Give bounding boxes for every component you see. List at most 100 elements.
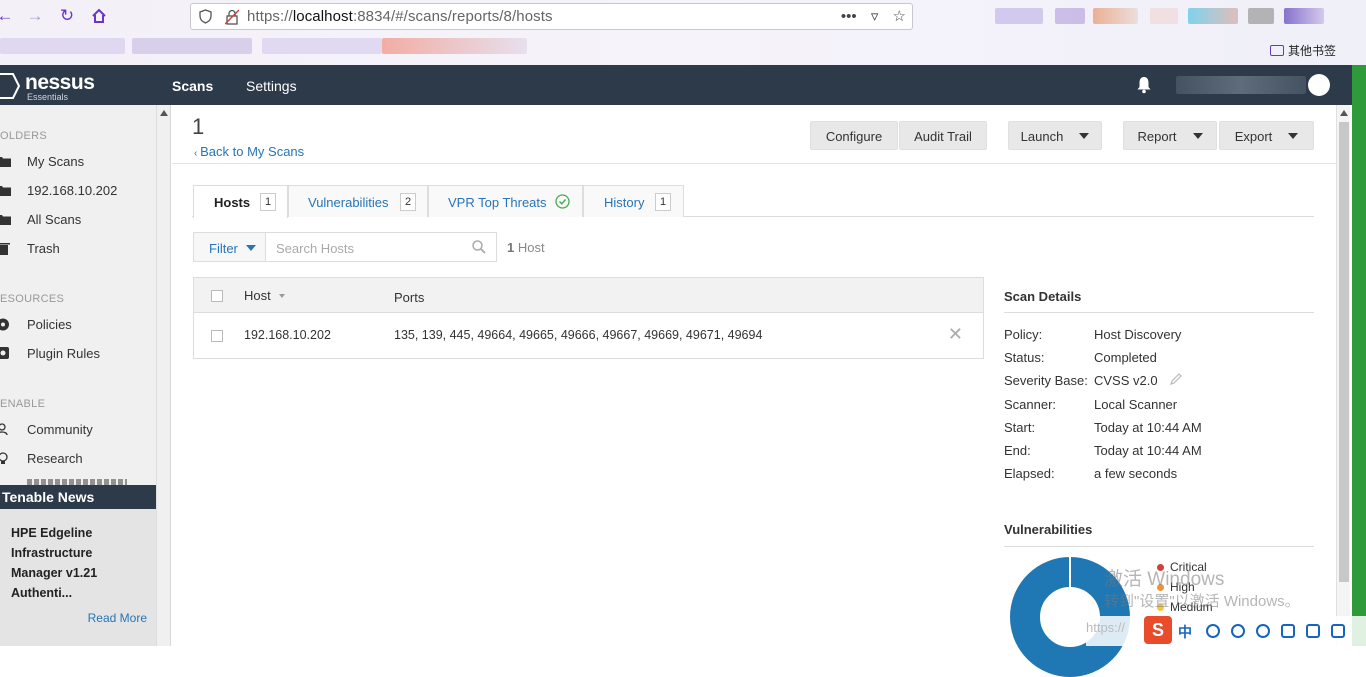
tab-vulnerabilities[interactable]: Vulnerabilities 2 (288, 185, 428, 217)
table-row[interactable]: 192.168.10.202 135, 139, 445, 49664, 496… (194, 314, 983, 358)
hosts-table: Host Ports 192.168.10.202 135, 139, 445,… (193, 277, 984, 359)
vulnerabilities-heading: Vulnerabilities (1004, 522, 1093, 537)
ime-language-toggle[interactable]: 中 (1178, 622, 1192, 642)
windows-activation-watermark: 激活 Windows (1104, 569, 1225, 590)
detail-value: Today at 10:44 AM (1094, 443, 1202, 458)
folder-icon (0, 186, 11, 196)
column-ports[interactable]: Ports (394, 290, 424, 305)
nav-settings[interactable]: Settings (246, 78, 297, 94)
insecure-lock-icon[interactable] (225, 9, 239, 25)
column-host[interactable]: Host (244, 288, 285, 303)
home-icon[interactable] (88, 6, 110, 26)
caret-down-icon (1079, 133, 1090, 139)
sidebar-item-my-scans[interactable]: My Scans (0, 149, 156, 175)
configure-button[interactable]: Configure (810, 121, 898, 150)
report-button[interactable]: Report (1123, 121, 1217, 150)
blurred-bookmarks (0, 38, 125, 54)
page-title: 1 (192, 114, 205, 139)
detail-label: Scanner: (1004, 397, 1057, 412)
windows-activation-hint: 转到"设置"以激活 Windows。 (1104, 593, 1300, 610)
sidebar-item-plugin-rules[interactable]: Plugin Rules (0, 341, 156, 367)
url-text[interactable]: https://localhost:8834/#/scans/reports/8… (247, 8, 553, 25)
resources-heading: ESOURCES (0, 293, 65, 305)
bookmark-star-icon[interactable]: ☆ (893, 8, 906, 25)
ime-keyboard-icon[interactable] (1281, 624, 1295, 638)
shield-icon[interactable] (199, 9, 212, 24)
edit-pencil-icon[interactable] (1170, 373, 1182, 385)
detail-value: a few seconds (1094, 466, 1178, 481)
address-bar[interactable]: https://localhost:8834/#/scans/reports/8… (190, 3, 913, 30)
tab-vpr-top-threats[interactable]: VPR Top Threats (428, 185, 583, 217)
blurred-bookmarks (262, 38, 382, 54)
nessus-logo[interactable]: nessus Essentials (0, 71, 100, 102)
policy-badge-icon (0, 318, 9, 331)
ime-punctuation-icon[interactable] (1206, 624, 1220, 638)
forward-arrow-icon[interactable]: → (24, 6, 46, 26)
check-circle-icon (555, 194, 570, 209)
ime-toolbox-icon[interactable] (1331, 624, 1345, 638)
detail-label: Start: (1004, 420, 1036, 435)
delete-host-icon[interactable]: ✕ (948, 324, 963, 345)
blurred-bookmarks (382, 38, 527, 54)
pocket-icon[interactable]: ▿ (871, 8, 879, 25)
reload-icon[interactable]: ↻ (56, 6, 78, 26)
scrollbar-thumb[interactable] (1339, 122, 1349, 582)
export-button[interactable]: Export (1219, 121, 1314, 150)
audit-trail-button[interactable]: Audit Trail (899, 121, 987, 150)
nessus-hexagon-icon (0, 73, 20, 99)
app-header: nessus Essentials Scans Settings (0, 65, 1352, 105)
sidebar-item-policies[interactable]: Policies (0, 312, 156, 338)
nav-scans[interactable]: Scans (172, 78, 213, 94)
sidebar-item-community[interactable]: Community (0, 417, 156, 443)
other-bookmarks-folder[interactable]: 其他书签 (1269, 42, 1336, 59)
divider (1004, 312, 1314, 313)
sidebar: OLDERS My Scans 192.168.10.202 All Scans… (0, 105, 157, 646)
ime-emoji-icon[interactable] (1231, 624, 1245, 638)
tenable-news-panel: Tenable News HPE Edgeline Infrastructure… (0, 485, 156, 646)
search-icon[interactable] (472, 240, 486, 254)
back-arrow-icon[interactable]: ← (0, 6, 16, 26)
select-all-checkbox[interactable] (211, 290, 223, 302)
detail-label: End: (1004, 443, 1031, 458)
tab-history[interactable]: History 1 (583, 185, 684, 217)
ime-skin-icon[interactable] (1306, 624, 1320, 638)
search-hosts-input[interactable]: Search Hosts (265, 232, 497, 262)
sidebar-item-192-168-10-202[interactable]: 192.168.10.202 (0, 178, 156, 204)
main-scrollbar[interactable] (1336, 105, 1350, 646)
row-checkbox[interactable] (211, 330, 223, 342)
folder-icon (0, 215, 11, 225)
sidebar-item-trash[interactable]: Trash (0, 236, 156, 262)
tenable-heading: ENABLE (0, 398, 46, 410)
status-url-fragment: https:// (1086, 620, 1126, 635)
ime-voice-icon[interactable] (1256, 624, 1270, 638)
user-menu[interactable] (1176, 76, 1306, 94)
blurred-extension-icons (1055, 8, 1085, 24)
sogou-ime-icon[interactable]: S (1144, 616, 1172, 644)
back-to-my-scans-link[interactable]: ‹ Back to My Scans (194, 144, 304, 159)
tab-count-badge: 1 (260, 193, 276, 211)
scan-details-heading: Scan Details (1004, 289, 1082, 304)
sidebar-item-research[interactable]: Research (0, 446, 156, 472)
launch-button[interactable]: Launch (1008, 121, 1102, 150)
read-more-link[interactable]: Read More (88, 611, 147, 625)
caret-down-icon (1192, 133, 1203, 139)
tab-hosts[interactable]: Hosts 1 (193, 185, 288, 218)
ime-toolbar: https:// S 中 (1086, 616, 1366, 646)
sidebar-item-all-scans[interactable]: All Scans (0, 207, 156, 233)
avatar[interactable] (1308, 74, 1330, 96)
notifications-bell-icon[interactable] (1136, 76, 1152, 94)
sort-icon (278, 294, 285, 298)
host-count: 1 Host (507, 240, 545, 255)
divider (1004, 546, 1314, 547)
blurred-extension-icons (1150, 8, 1178, 24)
detail-label: Status: (1004, 350, 1045, 365)
news-headline[interactable]: HPE Edgeline Infrastructure Manager v1.2… (11, 523, 131, 603)
scroll-up-arrow-icon[interactable] (1340, 110, 1348, 116)
blurred-extension-icons (1248, 8, 1274, 24)
sidebar-scrollbar[interactable] (157, 105, 171, 646)
plugin-rules-icon (0, 347, 9, 359)
scroll-up-arrow-icon[interactable] (160, 110, 168, 116)
page-actions-icon[interactable]: ••• (841, 8, 857, 25)
ports-cell: 135, 139, 445, 49664, 49665, 49666, 4966… (394, 328, 763, 342)
filter-dropdown[interactable]: Filter (193, 232, 266, 262)
